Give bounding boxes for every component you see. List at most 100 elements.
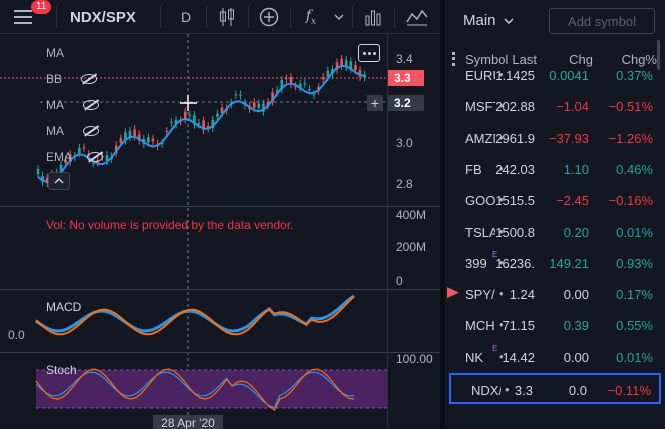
watchlist-row[interactable]: SPY/• 1.24 0.00 0.17% — [445, 279, 661, 310]
candle — [165, 131, 169, 133]
candle — [303, 83, 307, 85]
row-symbol: AMZN — [465, 130, 495, 146]
macd-zero-tick: 0.0 — [8, 328, 25, 342]
compare-button[interactable] — [256, 0, 282, 34]
eye-off-icon[interactable] — [82, 99, 100, 111]
status-dot-icon: • — [499, 286, 504, 302]
row-last: 14.42 — [502, 349, 535, 365]
row-symbol: FB — [465, 161, 482, 177]
row-chg: 0.00 — [563, 287, 589, 303]
watchlist-row[interactable]: TSLA • 1500.8 0.20 0.01% — [445, 217, 661, 248]
row-chg: 0.39 — [563, 318, 589, 334]
collapse-legend-button[interactable] — [48, 172, 70, 190]
watchlist-title-button[interactable]: Main — [463, 12, 514, 29]
row-chg-percent: 0.01% — [616, 224, 653, 240]
volume-tick: 0 — [396, 274, 403, 288]
crosshair-price-tag: 3.2 — [388, 95, 424, 111]
row-chg: 0.0 — [568, 383, 587, 398]
candle — [147, 137, 150, 143]
stoch-tick: 100.00 — [396, 352, 433, 366]
watchlist-row[interactable]: FB • 242.03 1.10 0.46% — [445, 154, 661, 185]
candle — [216, 113, 219, 117]
row-chg-percent: −0.51% — [608, 99, 653, 115]
row-chg-percent: 0.46% — [616, 161, 653, 177]
candle — [239, 94, 242, 96]
macd-label[interactable]: MACD — [46, 300, 81, 314]
watchlist-row[interactable]: AMZN•2961.9−37.93−1.26% — [445, 123, 661, 154]
stoch-label[interactable]: Stoch — [46, 363, 77, 377]
candle — [133, 129, 136, 137]
function-icon: fx — [305, 7, 317, 27]
watchlist-row[interactable]: 399 E • 16236. 149.21 0.93% — [445, 248, 661, 279]
candle — [257, 103, 261, 108]
candle — [220, 107, 224, 113]
line-chart-icon — [406, 9, 428, 26]
candle — [308, 88, 311, 90]
status-dot-icon: • — [505, 382, 510, 397]
more-options-button[interactable] — [358, 44, 380, 62]
row-symbol: MSFT — [465, 99, 495, 115]
eye-off-icon[interactable] — [82, 125, 100, 137]
financials-button[interactable] — [360, 0, 386, 34]
row-last: 71.15 — [502, 318, 535, 334]
row-last: 242.03 — [495, 161, 535, 177]
legend-bb[interactable]: BB — [46, 72, 62, 86]
row-chg-percent: 0.55% — [616, 318, 653, 334]
chevron-down-icon — [334, 14, 344, 20]
add-alert-button[interactable]: + — [367, 95, 383, 111]
chart-area[interactable]: MA BB MA MA EMA 3.4 3.3 + 3.2 3.0 2.8 Vo… — [0, 34, 440, 429]
row-last: 202.88 — [495, 99, 535, 115]
watchlist-rows: EURU • 1.1425 0.0041 0.37% MSFT • 202.88 −1.04 −0… — [445, 68, 665, 408]
indicators-dropdown[interactable] — [332, 0, 346, 34]
notification-badge: 11 — [31, 0, 52, 14]
templates-button[interactable] — [402, 0, 432, 34]
indicators-button[interactable]: fx — [298, 0, 324, 34]
candle — [151, 138, 155, 142]
crosshair-date-label: 28 Apr '20 — [153, 415, 223, 429]
row-last: 1.1425 — [495, 68, 535, 83]
row-last: 1500.8 — [495, 224, 535, 240]
legend-ema[interactable]: EMA — [46, 150, 72, 164]
watchlist-row[interactable]: NK E • 14.42 0.00 0.01% — [445, 342, 661, 373]
col-last[interactable]: Last — [512, 52, 537, 67]
add-symbol-button[interactable]: Add symbol — [549, 8, 655, 34]
row-symbol: SPY/ — [465, 287, 495, 303]
candles-icon — [220, 8, 234, 26]
col-symbol[interactable]: Symbol — [465, 52, 508, 67]
candle — [340, 58, 343, 66]
watchlist-row[interactable]: EURU•1.14250.00410.37% — [445, 68, 661, 91]
candle — [82, 147, 86, 149]
row-last: 1515.5 — [495, 193, 535, 209]
chevron-down-icon — [504, 18, 514, 25]
candle — [128, 130, 132, 137]
eye-off-icon[interactable] — [86, 151, 104, 163]
col-chg-percent[interactable]: Chg% — [622, 52, 657, 67]
col-chg[interactable]: Chg — [569, 52, 593, 67]
plus-circle-icon — [259, 7, 279, 27]
last-price-tag: 3.3 — [388, 70, 424, 86]
watchlist-panel: Main Add symbol Symbol Last Chg Chg% EUR… — [445, 0, 665, 429]
eye-off-icon[interactable] — [80, 73, 98, 85]
watchlist-row[interactable]: MSFT•202.88−1.04−0.51% — [445, 91, 661, 122]
symbol-search-button[interactable]: NDX/SPX — [70, 0, 136, 34]
row-symbol: NDX/ — [471, 383, 501, 398]
row-chg-percent: 0.37% — [616, 68, 653, 83]
row-chg: 0.00 — [563, 349, 589, 365]
row-symbol: MCH — [465, 318, 495, 334]
row-chg: −1.04 — [556, 99, 589, 115]
scrollbar[interactable] — [657, 40, 660, 70]
interval-button[interactable]: D — [176, 0, 196, 34]
row-symbol: GOOG — [465, 193, 495, 209]
legend-ma[interactable]: MA — [46, 46, 64, 60]
legend-ma-3[interactable]: MA — [46, 124, 64, 138]
legend-ma-2[interactable]: MA — [46, 98, 64, 112]
row-chg-percent: 0.01% — [616, 349, 653, 365]
watchlist-row[interactable]: GOOG•1515.5−2.45−0.16% — [445, 185, 661, 216]
flag-icon[interactable] — [447, 287, 459, 299]
row-last: 3.3 — [514, 383, 533, 398]
chart-type-button[interactable] — [214, 0, 240, 34]
watchlist-row[interactable]: NDX/ • 3.3 0.0 −0.11% — [449, 373, 661, 404]
watchlist-row[interactable]: MCH • 71.15 0.39 0.55% — [445, 310, 661, 341]
row-chg: −37.93 — [548, 130, 589, 146]
dot-icon — [362, 51, 366, 55]
